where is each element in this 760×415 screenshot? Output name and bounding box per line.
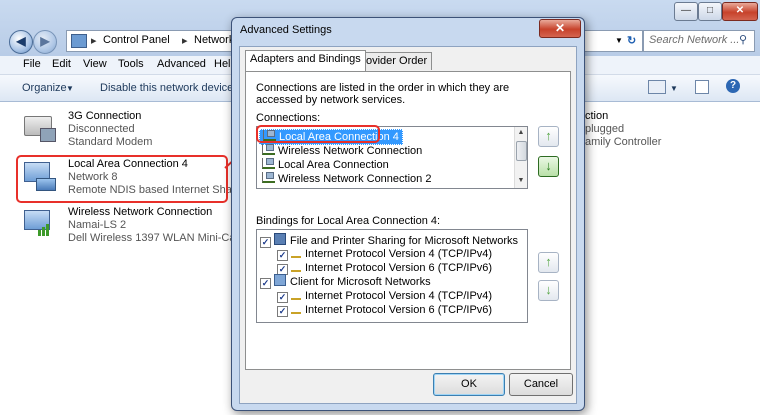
highlight-box [256,125,380,143]
protocol-icon [291,302,301,314]
description-text: Connections are listed in the order in w… [256,82,510,106]
tab-page: Connections are listed in the order in w… [245,71,571,370]
binding-item[interactable]: ✓ Client for Microsoft Networks [260,274,431,289]
connections-label: Connections: [256,112,321,124]
dialog-close-button[interactable]: ✕ [539,19,581,38]
connection-item-label: Wireless Network Connection [278,145,423,157]
connection-item[interactable]: Wireless Network Connection 2 [262,172,431,186]
binding-label: Client for Microsoft Networks [290,276,431,288]
network-icon [262,144,275,155]
checkbox-checked[interactable]: ✓ [277,306,288,317]
connection-item[interactable]: Local Area Connection [262,158,389,172]
move-up-button[interactable]: ↑ [538,126,559,147]
scroll-down-icon[interactable]: ▼ [515,175,527,187]
binding-label: Internet Protocol Version 6 (TCP/IPv6) [305,262,493,274]
network-icon [262,172,275,183]
protocol-icon [291,260,301,272]
binding-move-up-button[interactable]: ↑ [538,252,559,273]
connections-scrollbar[interactable]: ▲ ▼ [514,127,527,188]
binding-item[interactable]: ✓ Internet Protocol Version 4 (TCP/IPv4) [277,246,493,261]
connection-item[interactable]: Wireless Network Connection [262,144,422,158]
checkbox-checked[interactable]: ✓ [260,278,271,289]
cancel-button[interactable]: Cancel [509,373,573,396]
bindings-label: Bindings for Local Area Connection 4: [256,215,441,227]
binding-item[interactable]: ✓ Internet Protocol Version 6 (TCP/IPv6) [277,302,493,317]
binding-label: Internet Protocol Version 6 (TCP/IPv6) [305,304,493,316]
dialog-title: Advanced Settings [240,24,332,36]
connection-item-label: Local Area Connection [278,159,389,171]
checkbox-checked[interactable]: ✓ [260,237,271,248]
scroll-thumb[interactable] [516,141,527,161]
ok-button[interactable]: OK [433,373,505,396]
network-icon [262,158,275,169]
protocol-icon [291,246,301,258]
binding-move-down-button[interactable]: ↓ [538,280,559,301]
bindings-tree[interactable]: ✓ File and Printer Sharing for Microsoft … [256,229,528,323]
scroll-up-icon[interactable]: ▲ [515,127,527,139]
tab-adapters-bindings[interactable]: Adapters and Bindings [245,50,366,71]
binding-item[interactable]: ✓ File and Printer Sharing for Microsoft … [260,233,518,248]
dialog-body: Adapters and Bindings Provider Order Con… [239,46,577,404]
client-icon [274,274,286,286]
advanced-settings-dialog: Advanced Settings ✕ Adapters and Binding… [231,17,585,411]
binding-label: Internet Protocol Version 4 (TCP/IPv4) [305,290,493,302]
binding-item[interactable]: ✓ Internet Protocol Version 4 (TCP/IPv4) [277,288,493,303]
binding-label: Internet Protocol Version 4 (TCP/IPv4) [305,248,493,260]
protocol-icon [291,288,301,300]
move-down-button[interactable]: ↓ [538,156,559,177]
connection-item-label: Wireless Network Connection 2 [278,173,432,185]
sharing-icon [274,233,286,245]
binding-item[interactable]: ✓ Internet Protocol Version 6 (TCP/IPv6) [277,260,493,275]
